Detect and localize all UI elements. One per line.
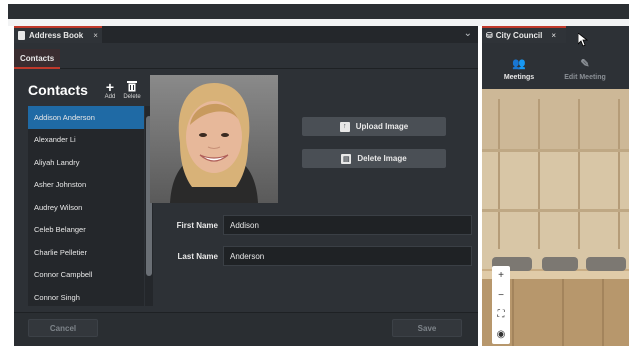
- last-name-field[interactable]: Anderson: [223, 246, 472, 266]
- close-tab-icon[interactable]: ×: [551, 31, 556, 40]
- first-name-field[interactable]: Addison: [223, 215, 472, 235]
- upload-image-button[interactable]: ↑ Upload Image: [302, 117, 446, 136]
- tab-city-council[interactable]: ⛁ City Council ×: [482, 26, 566, 43]
- add-label: Add: [104, 94, 116, 100]
- list-item[interactable]: Connor Campbell: [28, 264, 144, 287]
- list-item[interactable]: Celeb Belanger: [28, 219, 144, 242]
- first-name-label: First Name: [176, 221, 218, 230]
- cancel-button[interactable]: Cancel: [28, 319, 98, 337]
- zoom-in-button[interactable]: +: [498, 270, 504, 281]
- address-book-window: Address Book × ⌄ Contacts Contacts + Add…: [14, 26, 478, 346]
- list-item[interactable]: Asher Johnston: [28, 174, 144, 197]
- council-toolbar: 👥 Meetings ✎ Edit Meeting: [482, 43, 629, 89]
- visibility-icon[interactable]: ◉: [497, 329, 506, 340]
- upload-image-label: Upload Image: [355, 122, 409, 131]
- tab-bar: Address Book × ⌄: [14, 26, 478, 43]
- edit-meeting-label: Edit Meeting: [564, 74, 606, 81]
- pencil-icon: ✎: [580, 58, 590, 70]
- tab-address-book[interactable]: Address Book ×: [14, 26, 102, 43]
- mouse-cursor-icon: [578, 33, 588, 47]
- upload-icon: ↑: [339, 121, 350, 132]
- tab-city-council-label: City Council: [495, 31, 543, 40]
- chevron-down-icon[interactable]: ⌄: [464, 28, 472, 39]
- contacts-heading: Contacts: [28, 82, 88, 98]
- trash-icon: ▤: [341, 153, 352, 164]
- fullscreen-icon[interactable]: ⛶: [498, 309, 505, 320]
- delete-contact-button[interactable]: Delete: [122, 80, 142, 100]
- delete-label: Delete: [123, 94, 141, 100]
- tab-strip-gap: [8, 19, 629, 26]
- close-tab-icon[interactable]: ×: [93, 31, 98, 40]
- delete-image-label: Delete Image: [357, 154, 407, 163]
- list-item[interactable]: Addison Anderson: [28, 106, 144, 129]
- meetings-label: Meetings: [503, 74, 535, 81]
- people-icon: 👥: [512, 58, 526, 70]
- delete-image-button[interactable]: ▤ Delete Image: [302, 149, 446, 168]
- contacts-list: Addison Anderson Alexander Li Aliyah Lan…: [28, 106, 144, 306]
- list-item[interactable]: Audrey Wilson: [28, 196, 144, 219]
- trash-icon: [122, 80, 142, 94]
- list-item[interactable]: Alexander Li: [28, 129, 144, 152]
- map-controls: + − ⛶ ◉: [492, 266, 510, 344]
- edit-meeting-button[interactable]: ✎ Edit Meeting: [550, 57, 620, 81]
- tab-address-book-label: Address Book: [29, 31, 84, 40]
- plus-icon: +: [105, 79, 115, 95]
- list-item[interactable]: Aliyah Landry: [28, 151, 144, 174]
- tab-contacts[interactable]: Contacts: [14, 49, 61, 69]
- save-button[interactable]: Save: [392, 319, 462, 337]
- contacts-panel: Contacts + Add Delete Addison Anderson A…: [24, 76, 153, 312]
- list-item[interactable]: Charlie Pelletier: [28, 241, 144, 264]
- address-book-icon: [18, 31, 25, 40]
- contact-photo: [150, 75, 278, 203]
- city-council-icon: ⛁: [486, 31, 493, 40]
- dialog-footer: Cancel Save: [14, 312, 478, 346]
- add-contact-button[interactable]: + Add: [100, 80, 120, 100]
- app-top-bar: [8, 4, 629, 19]
- last-name-label: Last Name: [177, 252, 218, 261]
- subtab-bar: Contacts: [14, 43, 478, 69]
- meetings-button[interactable]: 👥 Meetings: [484, 57, 554, 81]
- list-item[interactable]: Connor Singh: [28, 286, 144, 306]
- zoom-out-button[interactable]: −: [498, 290, 504, 301]
